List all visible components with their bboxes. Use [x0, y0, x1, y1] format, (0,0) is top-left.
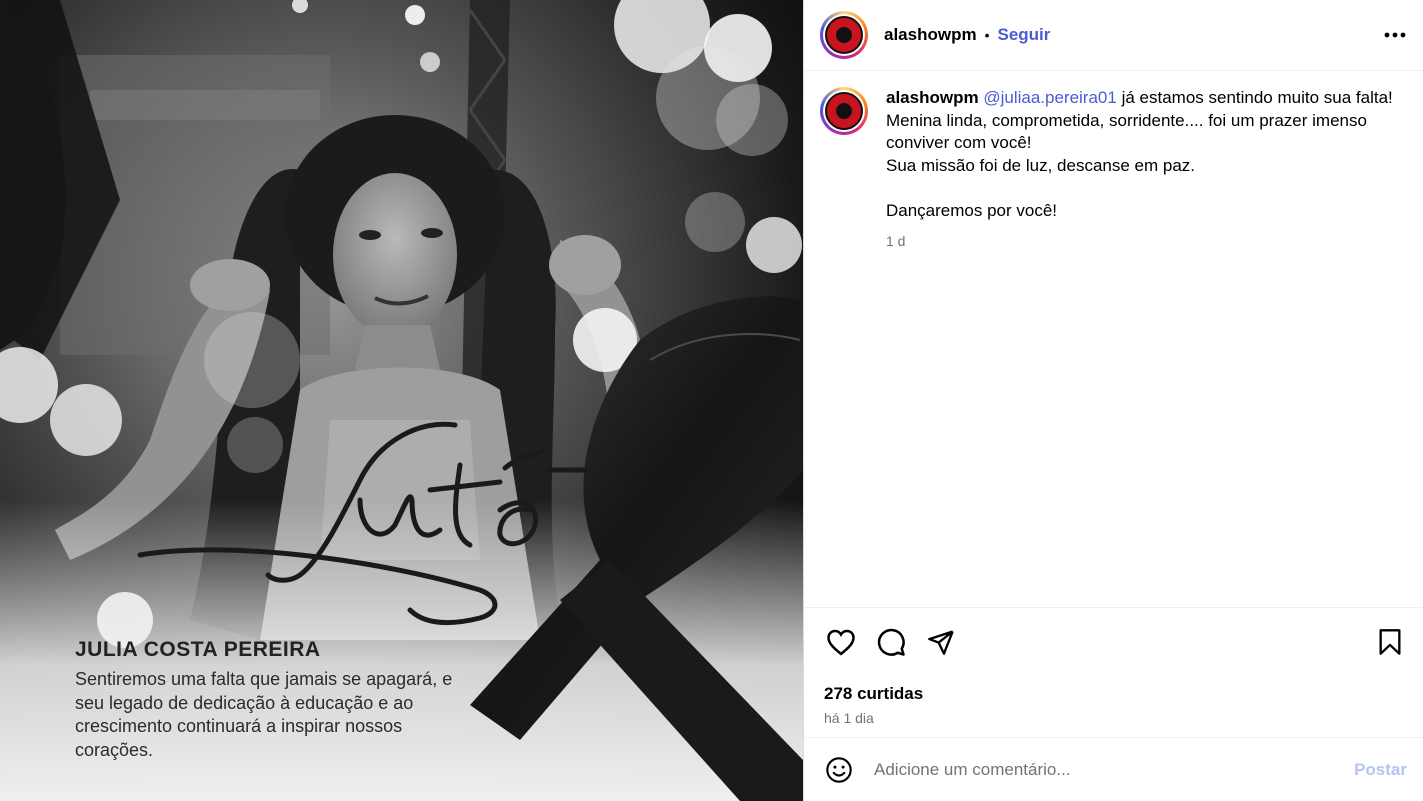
action-icons [824, 622, 1407, 662]
author-avatar[interactable] [820, 11, 868, 59]
comment-body: alashowpm @juliaa.pereira01 já estamos s… [886, 87, 1406, 253]
comment-mention[interactable]: @juliaa.pereira01 [983, 88, 1117, 107]
comment-username[interactable]: alashowpm [886, 88, 979, 107]
comment-timestamp[interactable]: 1 d [886, 230, 1406, 253]
comment-icon[interactable] [874, 625, 908, 659]
comment-composer: Postar [804, 737, 1423, 801]
separator-dot: • [984, 27, 990, 43]
post-header: alashowpm • Seguir [804, 0, 1423, 71]
follow-button[interactable]: Seguir [998, 25, 1051, 45]
heart-icon[interactable] [824, 625, 858, 659]
post-comment-button[interactable]: Postar [1354, 760, 1407, 780]
likes-count[interactable]: 278 curtidas [824, 684, 1407, 704]
emoji-icon[interactable] [824, 755, 854, 785]
comment-input[interactable] [874, 759, 1355, 780]
post-actions: 278 curtidas há 1 dia [804, 607, 1423, 737]
post-side-panel: alashowpm • Seguir alashowpm @juliaa.per… [803, 0, 1423, 801]
alashowpm-logo [825, 16, 863, 54]
comment-text: já estamos sentindo muito sua falta! Men… [886, 88, 1393, 220]
alashowpm-logo [825, 92, 863, 130]
post-date[interactable]: há 1 dia [824, 710, 1407, 726]
caption-comment: alashowpm @juliaa.pereira01 já estamos s… [820, 87, 1407, 253]
bookmark-icon[interactable] [1373, 625, 1407, 659]
author-username[interactable]: alashowpm [884, 25, 977, 45]
comment-author-avatar[interactable] [820, 87, 868, 135]
share-icon[interactable] [924, 625, 958, 659]
comments-section: alashowpm @juliaa.pereira01 já estamos s… [804, 71, 1423, 607]
more-options-icon[interactable] [1383, 23, 1407, 47]
post-viewer: JULIA COSTA PEREIRA Sentiremos uma falta… [0, 0, 1423, 801]
post-caption-message: Sentiremos uma falta que jamais se apaga… [75, 669, 453, 760]
post-caption-name: JULIA COSTA PEREIRA [75, 638, 321, 661]
post-image[interactable]: JULIA COSTA PEREIRA Sentiremos uma falta… [0, 0, 803, 801]
